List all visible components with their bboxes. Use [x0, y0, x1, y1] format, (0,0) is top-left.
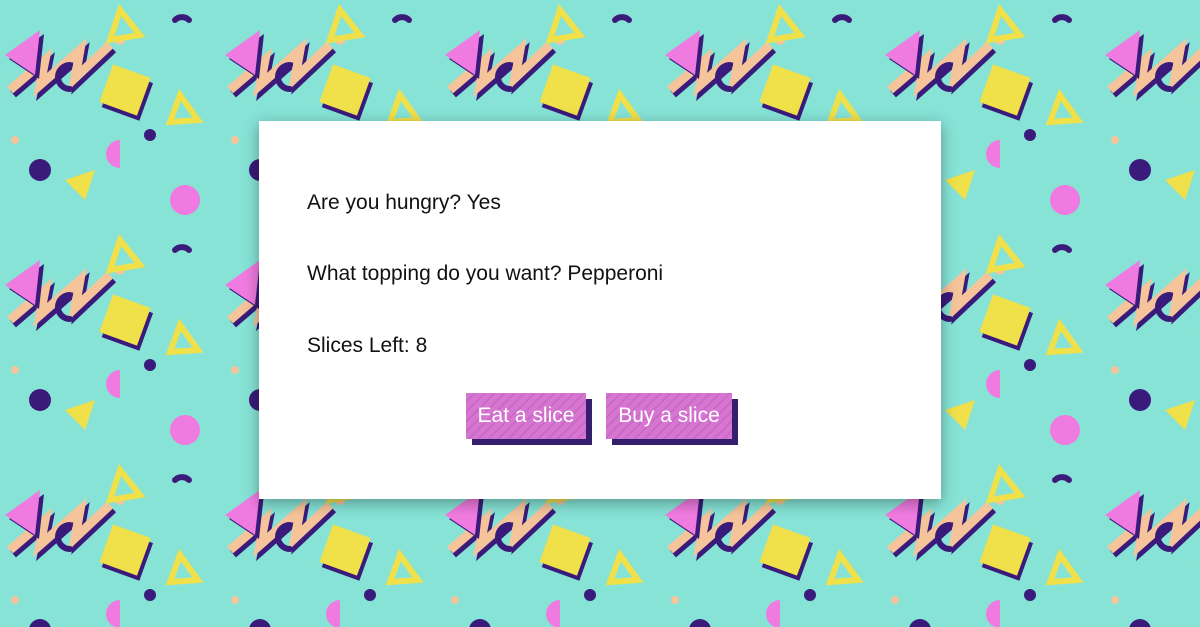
hungry-question-line: Are you hungry? Yes: [307, 191, 501, 215]
eat-slice-button[interactable]: Eat a slice: [466, 393, 586, 439]
buy-slice-button[interactable]: Buy a slice: [606, 393, 732, 439]
topping-answer-value: Pepperoni: [567, 262, 664, 285]
page: Are you hungry? Yes What topping do you …: [0, 0, 1200, 627]
hungry-answer-value: Yes: [466, 191, 501, 214]
slices-left-label: Slices Left:: [307, 334, 410, 357]
topping-question-line: What topping do you want? Pepperoni: [307, 262, 663, 286]
slices-left-value: 8: [415, 334, 428, 357]
topping-question-label: What topping do you want?: [307, 262, 562, 285]
hungry-question-label: Are you hungry?: [307, 191, 462, 214]
slices-left-line: Slices Left: 8: [307, 334, 427, 358]
pizza-card: Are you hungry? Yes What topping do you …: [259, 121, 941, 499]
